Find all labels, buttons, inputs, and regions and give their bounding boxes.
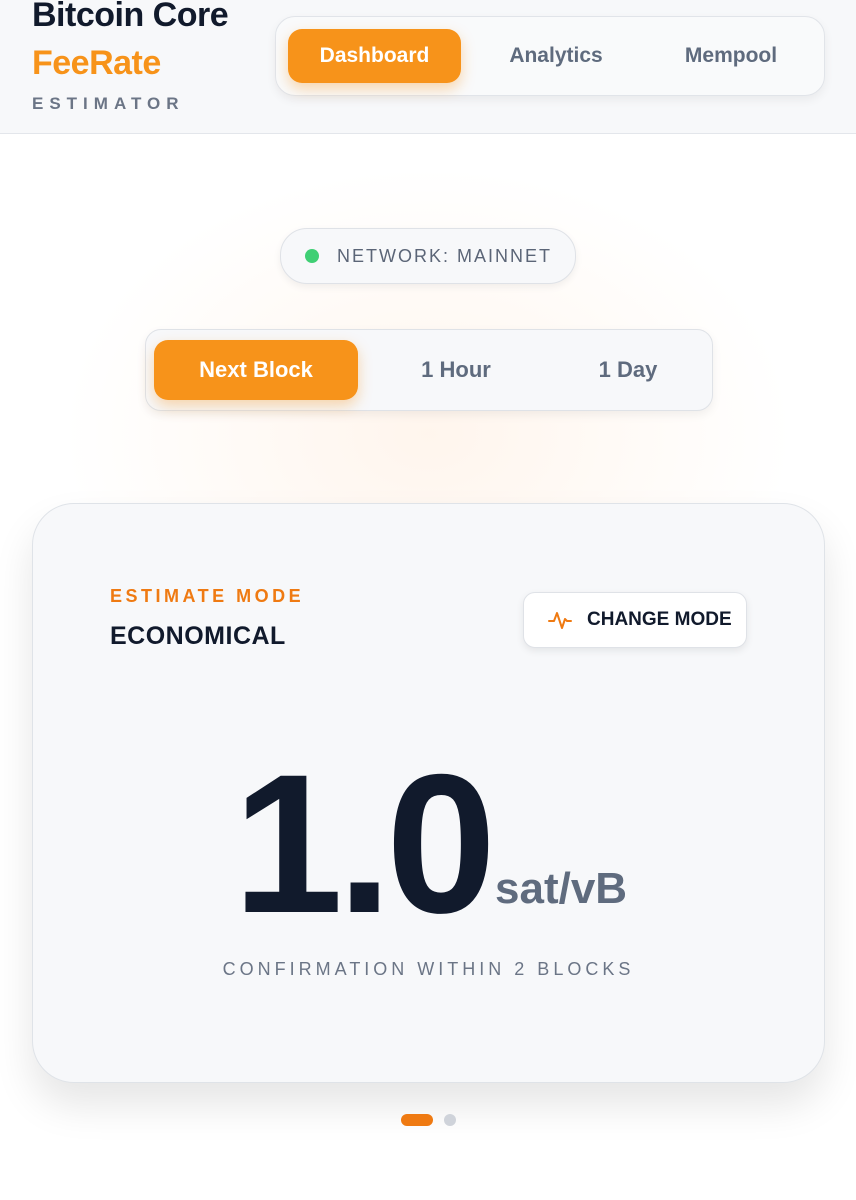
estimate-mode-label: ESTIMATE MODE — [110, 586, 305, 606]
brand-subtitle: FeeRate — [32, 44, 161, 82]
fee-rate-unit: sat/vB — [495, 864, 628, 913]
main-nav: Dashboard Analytics Mempool — [275, 16, 825, 96]
fee-rate-display: 1.0 sat/vB — [33, 733, 824, 954]
nav-tab-dashboard[interactable]: Dashboard — [288, 29, 461, 83]
fee-estimate-card: ESTIMATE MODE ECONOMICAL CHANGE MODE 1.0… — [32, 503, 825, 1083]
network-status-pill: NETWORK: MAINNET — [280, 228, 576, 284]
nav-tab-analytics[interactable]: Analytics — [471, 29, 641, 83]
status-dot-icon — [305, 249, 319, 263]
app-header: Bitcoin Core FeeRate ESTIMATOR Dashboard… — [0, 0, 856, 134]
change-mode-button[interactable]: CHANGE MODE — [523, 592, 747, 648]
estimate-mode-value: ECONOMICAL — [110, 622, 286, 650]
pager-dot[interactable] — [444, 1114, 456, 1126]
brand-tagline: ESTIMATOR — [32, 94, 185, 113]
change-mode-label: CHANGE MODE — [587, 609, 732, 630]
horizon-1-hour-button[interactable]: 1 Hour — [366, 340, 546, 400]
activity-pulse-icon — [548, 612, 572, 629]
fee-rate-value: 1.0 — [233, 733, 496, 954]
brand-title: Bitcoin Core — [32, 0, 229, 34]
horizon-selector: Next Block 1 Hour 1 Day — [145, 329, 713, 411]
pager-dot-active[interactable] — [401, 1114, 433, 1126]
horizon-1-day-button[interactable]: 1 Day — [538, 340, 718, 400]
network-status-label: NETWORK: MAINNET — [337, 246, 552, 266]
nav-tab-mempool[interactable]: Mempool — [646, 29, 816, 83]
horizon-next-block-button[interactable]: Next Block — [154, 340, 358, 400]
confirmation-target-text: CONFIRMATION WITHIN 2 BLOCKS — [222, 959, 635, 979]
